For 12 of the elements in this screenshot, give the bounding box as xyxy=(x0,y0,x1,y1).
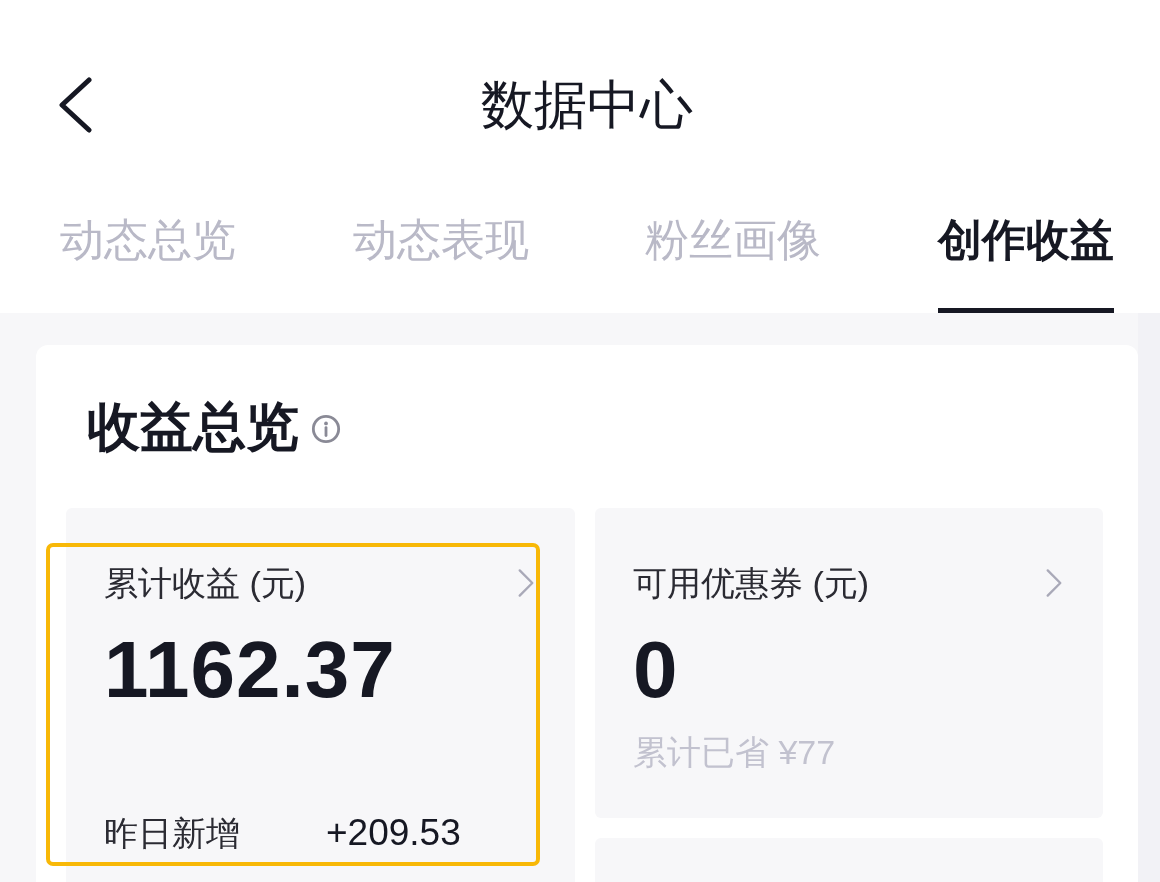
info-icon[interactable] xyxy=(311,413,341,444)
footer-value: +209.53 xyxy=(326,811,461,855)
page-title: 数据中心 xyxy=(481,74,693,136)
stat-label: 累计收益 (元) xyxy=(104,563,307,603)
chevron-right-icon[interactable] xyxy=(517,568,535,598)
back-icon[interactable] xyxy=(57,77,93,133)
stat-value: 0 xyxy=(633,625,679,715)
stat-label: 可用优惠券 (元) xyxy=(633,563,870,603)
chevron-right-icon[interactable] xyxy=(1045,568,1063,598)
section-title: 收益总览 xyxy=(87,395,299,458)
footer-label: 昨日新增 xyxy=(104,813,240,854)
stat-value: 1162.37 xyxy=(104,625,396,715)
